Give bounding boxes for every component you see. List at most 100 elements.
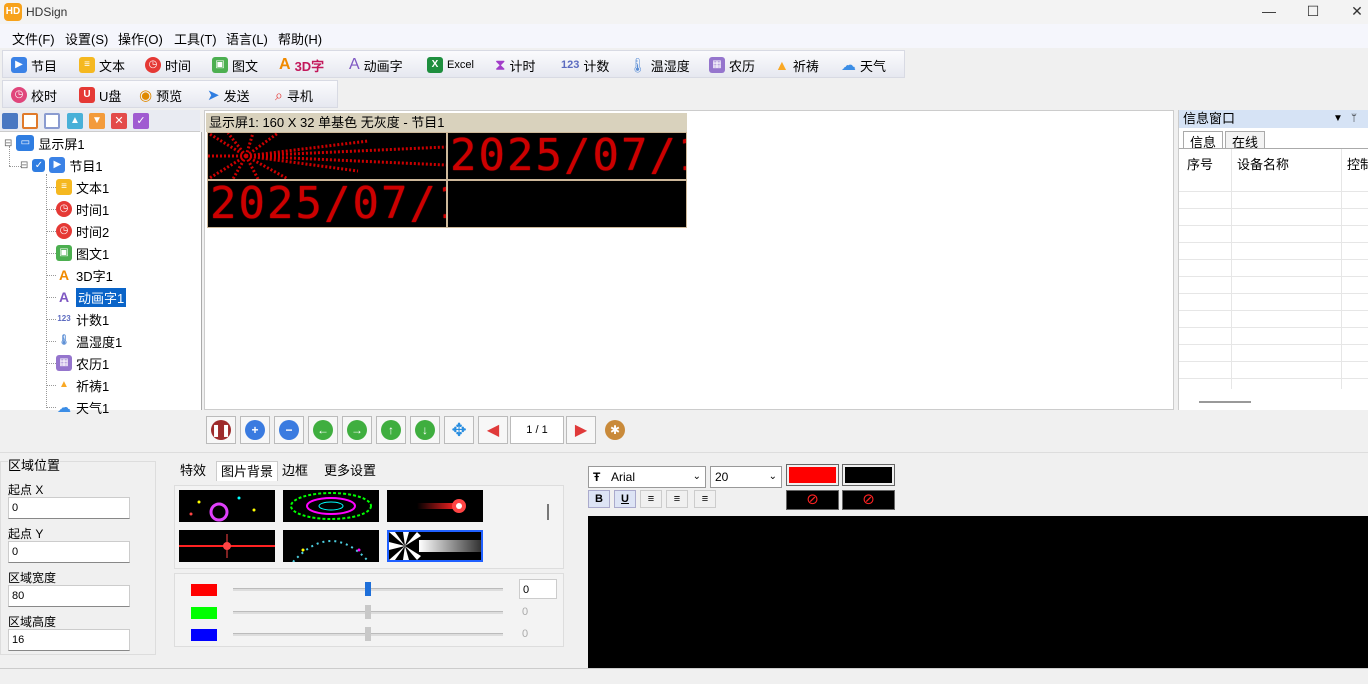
height-input[interactable]: 16 [8, 629, 130, 651]
3d-text-button[interactable]: A 3D字 [279, 51, 324, 79]
tab-effects[interactable]: 特效 [176, 461, 210, 481]
tree-item[interactable]: ▲ 祈祷1 [56, 376, 109, 394]
background-color-button[interactable] [842, 464, 895, 486]
tree-item[interactable]: ▣ 图文1 [56, 244, 109, 262]
tree-item[interactable]: A 动画字1 [56, 287, 127, 307]
clear-foreground-button[interactable]: ⊘ [786, 490, 839, 510]
dropdown-icon[interactable]: ▼ [1333, 110, 1343, 128]
gallery-scrollbar[interactable] [547, 504, 549, 520]
underline-button[interactable]: U [614, 490, 636, 508]
bold-button[interactable]: B [588, 490, 610, 508]
time-sync-button[interactable]: ◷ 校时 [11, 81, 57, 109]
program-button[interactable]: ▶ 节目 [11, 51, 57, 79]
blue-slider-thumb[interactable] [365, 627, 371, 641]
tab-info[interactable]: 信息 [1183, 131, 1224, 150]
preview-button[interactable]: ◉ 预览 [139, 81, 182, 109]
bg-thumb-3[interactable] [387, 490, 483, 522]
bg-thumb-6-selected[interactable] [387, 530, 483, 562]
maximize-button[interactable]: ☐ [1290, 0, 1336, 24]
next-page-button[interactable]: ▶ [566, 416, 596, 444]
move-down-icon[interactable]: ▼ [89, 113, 105, 129]
menu-help[interactable]: 帮助(H) [278, 29, 322, 48]
align-left-button[interactable]: ≡ [640, 490, 662, 508]
empty-area[interactable] [448, 181, 686, 227]
font-family-select[interactable]: Ŧ Arial ⌄ [588, 466, 706, 488]
weather-button[interactable]: ☁ 天气 [841, 51, 886, 79]
tab-online[interactable]: 在线 [1225, 131, 1266, 150]
tree-program-node[interactable]: ⊟ ✓ ▶ 节目1 [20, 156, 103, 174]
usb-button[interactable]: U U盘 [79, 81, 121, 109]
text-button[interactable]: ≡ 文本 [79, 51, 125, 79]
bg-thumb-4[interactable] [179, 530, 275, 562]
move-up-button[interactable]: ↑ [376, 416, 406, 444]
clear-background-button[interactable]: ⊘ [842, 490, 895, 510]
close-button[interactable]: ✕ [1334, 0, 1368, 24]
tree-item[interactable]: ◷ 时间1 [56, 200, 109, 218]
animation-area[interactable] [208, 133, 446, 179]
move-up-icon[interactable]: ▲ [67, 113, 83, 129]
menu-file[interactable]: 文件(F) [12, 29, 55, 48]
tree-item[interactable]: ▦ 农历1 [56, 354, 109, 372]
delete-icon[interactable]: ✕ [111, 113, 127, 129]
tree-item[interactable]: 123 计数1 [56, 310, 109, 328]
minimize-button[interactable]: — [1246, 0, 1292, 24]
green-slider-thumb[interactable] [365, 605, 371, 619]
start-y-input[interactable]: 0 [8, 541, 130, 563]
prayer-button[interactable]: ▲ 祈祷 [775, 51, 819, 79]
led-preview[interactable]: 2025/07/1 2025/07/1 [207, 132, 687, 228]
tree-item[interactable]: A 3D字1 [56, 266, 113, 284]
pin-icon[interactable]: ᛘ [1351, 110, 1357, 128]
menu-tools[interactable]: 工具(T) [174, 29, 217, 48]
timer-button[interactable]: ⧗ 计时 [495, 51, 536, 79]
move-all-button[interactable]: ✥ [444, 416, 474, 444]
tab-border[interactable]: 边框 [278, 461, 312, 481]
paste-icon[interactable] [44, 113, 60, 129]
time-button[interactable]: ◷ 时间 [145, 51, 191, 79]
lunar-button[interactable]: ▦ 农历 [709, 51, 755, 79]
pause-button[interactable]: ❚❚ [206, 416, 236, 444]
save-icon[interactable] [2, 113, 18, 129]
animated-text-button[interactable]: A 动画字 [349, 51, 403, 79]
menu-settings[interactable]: 设置(S) [65, 29, 108, 48]
foreground-color-button[interactable] [786, 464, 839, 486]
excel-button[interactable]: X Excel [427, 51, 474, 79]
align-center-button[interactable]: ≡ [666, 490, 688, 508]
align-right-button[interactable]: ≡ [694, 490, 716, 508]
move-right-button[interactable]: → [342, 416, 372, 444]
copy-icon[interactable] [22, 113, 38, 129]
date-area-1[interactable]: 2025/07/1 [448, 133, 686, 179]
prev-page-button[interactable]: ◀ [478, 416, 508, 444]
tree-item[interactable]: 🌡 温湿度1 [56, 332, 123, 350]
width-input[interactable]: 80 [8, 585, 130, 607]
checkbox-icon[interactable]: ✓ [32, 158, 46, 172]
red-slider-thumb[interactable] [365, 582, 371, 596]
move-left-button[interactable]: ← [308, 416, 338, 444]
counter-button[interactable]: 123 计数 [561, 51, 609, 79]
tab-more-settings[interactable]: 更多设置 [320, 461, 380, 481]
image-text-button[interactable]: ▣ 图文 [212, 51, 258, 79]
check-icon[interactable]: ✓ [133, 113, 149, 129]
tree-item[interactable]: ≡ 文本1 [56, 178, 109, 196]
tree-screen-node[interactable]: ⊟ ▭ 显示屏1 [4, 134, 85, 152]
menu-operation[interactable]: 操作(O) [118, 29, 163, 48]
date-area-2[interactable]: 2025/07/1 [208, 181, 446, 227]
tree-item[interactable]: ◷ 时间2 [56, 222, 109, 240]
send-button[interactable]: ➤ 发送 [207, 81, 250, 109]
temp-humidity-button[interactable]: 🌡 温湿度 [629, 51, 690, 79]
settings-wheel-button[interactable]: ✱ [600, 416, 630, 444]
bg-thumb-5[interactable] [283, 530, 379, 562]
font-size-select[interactable]: 20 ⌄ [710, 466, 782, 488]
red-value[interactable]: 0 [519, 579, 557, 599]
bg-thumb-2[interactable] [283, 490, 379, 522]
tree-item[interactable]: ☁ 天气1 [56, 398, 109, 416]
horizontal-scrollbar[interactable] [1199, 401, 1251, 403]
move-down-button[interactable]: ↓ [410, 416, 440, 444]
bg-thumb-1[interactable] [179, 490, 275, 522]
menu-language[interactable]: 语言(L) [226, 29, 268, 48]
zoom-out-button[interactable]: − [274, 416, 304, 444]
start-x-input[interactable]: 0 [8, 497, 130, 519]
find-device-button[interactable]: ⌕ 寻机 [275, 81, 313, 109]
text-editor[interactable] [588, 516, 1368, 672]
tab-image-background[interactable]: 图片背景 [216, 461, 279, 481]
zoom-in-button[interactable]: + [240, 416, 270, 444]
